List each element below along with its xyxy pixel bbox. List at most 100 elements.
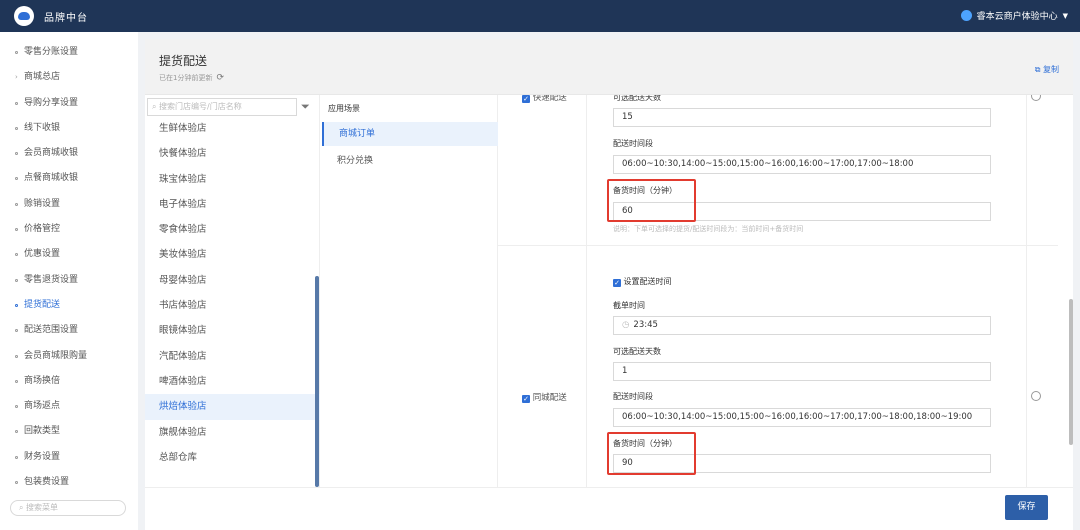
sidebar-item-label: 价格管控 xyxy=(24,224,61,235)
store-list: 生鲜体验店 快餐体验店 珠宝体验店 电子体验店 零食体验店 美妆体验店 母婴体验店 书店体验店… xyxy=(145,116,320,470)
store-item[interactable]: 生鲜体验店 xyxy=(145,116,320,141)
bullet-icon xyxy=(15,481,18,485)
store-item[interactable]: 零食体验店 xyxy=(145,217,320,242)
save-button[interactable]: 保存 xyxy=(1005,495,1048,520)
sidebar-item[interactable]: 配送范围设置 xyxy=(0,318,138,343)
slots-input[interactable]: 06:00~10:30,14:00~15:00,15:00~16:00,16:0… xyxy=(613,155,991,174)
cutoff-label: 截单时间 xyxy=(613,301,645,310)
sidebar-item[interactable]: 商场返点 xyxy=(0,394,138,419)
sidebar-item[interactable]: 优惠设置 xyxy=(0,242,138,267)
page-title: 提货配送 xyxy=(159,54,208,68)
store-item[interactable]: 母婴体验店 xyxy=(145,268,320,293)
days-input[interactable]: 15 xyxy=(613,108,991,127)
top-bar: 品牌中台 睿本云商户体验中心 ▼ xyxy=(0,0,1080,32)
bullet-icon xyxy=(15,126,18,130)
store-item[interactable]: 总部仓库 xyxy=(145,445,320,470)
menu-search-input[interactable]: ⌕ 搜索菜单 xyxy=(10,500,126,516)
days-input[interactable]: 1 xyxy=(613,362,991,381)
brand-logo-icon xyxy=(14,6,34,26)
checkbox-icon: ✓ xyxy=(522,95,530,103)
copy-button[interactable]: ⧉ 复制 xyxy=(1035,64,1059,75)
sidebar: 零售分账设置 › 商城总店导购分享设置 线下收银会员商城收银 点餐商城收银 赊销设置价格管… xyxy=(0,32,138,530)
store-item[interactable]: 旗舰体验店 xyxy=(145,420,320,445)
bullet-icon xyxy=(15,430,18,434)
store-search-input[interactable]: ⌕ 搜索门店编号/门店名称 xyxy=(147,98,297,116)
sidebar-item[interactable]: 包装费设置 xyxy=(0,470,138,495)
sidebar-item[interactable]: 会员商城收银 xyxy=(0,141,138,166)
store-item[interactable]: 美妆体验店 xyxy=(145,242,320,267)
footer-bar: 保存 xyxy=(145,487,1073,530)
user-name: 睿本云商户体验中心 xyxy=(976,12,1058,22)
panel-header: 提货配送 已在1分钟前更新 ⟳ ⧉ 复制 xyxy=(145,39,1073,95)
cutoff-time-input[interactable]: ◷ 23:45 xyxy=(613,316,991,335)
bullet-icon xyxy=(15,405,18,409)
store-item[interactable]: 眼镜体验店 xyxy=(145,318,320,343)
store-list-scrollbar[interactable] xyxy=(315,276,319,487)
sidebar-item[interactable]: 点餐商城收银 xyxy=(0,166,138,191)
days-label: 可选配送天数 xyxy=(613,347,661,356)
store-item[interactable]: 啤酒体验店 xyxy=(145,369,320,394)
chevron-down-icon: ▼ xyxy=(1062,11,1068,20)
delivery-settings-panel: 提货配送 已在1分钟前更新 ⟳ ⧉ 复制 ⌕ 搜索门店编号/门店名称 ⏷ 生鲜体验… xyxy=(145,39,1073,487)
sidebar-item-label: 商城总店 xyxy=(24,72,61,83)
sidebar-item-label: 优惠设置 xyxy=(24,249,61,260)
sidebar-item[interactable]: 导购分享设置 xyxy=(0,91,138,116)
checkbox-icon: ✓ xyxy=(522,395,530,403)
bullet-icon xyxy=(15,253,18,257)
sidebar-item[interactable]: 会员商城限购量 xyxy=(0,344,138,369)
sidebar-item-label: 导购分享设置 xyxy=(24,97,79,108)
sidebar-item[interactable]: 零售分账设置 xyxy=(0,40,138,65)
store-item[interactable]: 书店体验店 xyxy=(145,293,320,318)
store-item[interactable]: 汽配体验店 xyxy=(145,344,320,369)
section-local-delivery: ✓ 设置配送时间 截单时间 ◷ 23:45 可选配送天数 1 ✓ 同城配送 配送时… xyxy=(498,246,1058,487)
fast-delivery-checkbox[interactable]: ✓ 快速配送 xyxy=(522,95,567,103)
sidebar-item-label: 线下收银 xyxy=(24,122,61,133)
sidebar-item-label: 会员商城收银 xyxy=(24,148,79,159)
sidebar-item-label: 点餐商城收银 xyxy=(24,173,79,184)
bullet-icon xyxy=(15,202,18,206)
sidebar-item[interactable]: 回款类型 xyxy=(0,419,138,444)
slots-label: 配送时间段 xyxy=(613,392,653,401)
sidebar-item[interactable]: 提货配送 xyxy=(0,293,138,318)
sidebar-item[interactable]: › 商城总店 xyxy=(0,65,138,90)
scene-item-mall-order[interactable]: 商城订单 xyxy=(322,122,498,146)
sidebar-item[interactable]: 财务设置 xyxy=(0,445,138,470)
store-item[interactable]: 珠宝体验店 xyxy=(145,167,320,192)
highlight-box xyxy=(607,179,696,222)
highlight-box xyxy=(607,432,696,475)
scene-item-points-exchange[interactable]: 积分兑换 xyxy=(337,153,373,166)
bullet-icon xyxy=(15,354,18,358)
store-item[interactable]: 电子体验店 xyxy=(145,192,320,217)
bullet-icon xyxy=(15,278,18,282)
sidebar-item[interactable]: 零售退货设置 xyxy=(0,268,138,293)
refresh-icon[interactable]: ⟳ xyxy=(216,73,224,83)
sidebar-item-label: 包装费设置 xyxy=(24,477,70,488)
sidebar-item-label: 赊销设置 xyxy=(24,198,61,209)
set-delivery-time-checkbox[interactable]: ✓ 设置配送时间 xyxy=(613,276,672,287)
fast-delivery-radio[interactable] xyxy=(1031,95,1041,101)
bullet-icon xyxy=(15,455,18,459)
store-item[interactable]: 快餐体验店 xyxy=(145,141,320,166)
store-column: ⌕ 搜索门店编号/门店名称 ⏷ 生鲜体验店 快餐体验店 珠宝体验店 电子体验店 零食体验… xyxy=(145,95,320,487)
sidebar-item[interactable]: 商场换倍 xyxy=(0,369,138,394)
bullet-icon xyxy=(15,379,18,383)
sidebar-item[interactable]: 价格管控 xyxy=(0,217,138,242)
sidebar-item-label: 零售分账设置 xyxy=(24,47,79,57)
local-delivery-radio[interactable] xyxy=(1031,391,1041,401)
content-scrollbar[interactable] xyxy=(1069,299,1073,445)
filter-icon[interactable]: ⏷ xyxy=(301,100,310,114)
user-menu[interactable]: 睿本云商户体验中心 ▼ xyxy=(960,9,1068,22)
bullet-icon xyxy=(15,51,18,54)
local-delivery-checkbox[interactable]: ✓ 同城配送 xyxy=(522,391,567,403)
sidebar-item-label: 财务设置 xyxy=(24,451,61,462)
scene-column: 应用场景 商城订单 积分兑换 xyxy=(320,95,498,487)
store-item[interactable]: 烘焙体验店 xyxy=(145,394,320,420)
sidebar-item[interactable]: 线下收银 xyxy=(0,116,138,141)
account-icon xyxy=(960,10,972,21)
section-fast-delivery: ✓ 快速配送 可选配送天数 15 配送时间段 06:00~10:30,14:00… xyxy=(498,95,1058,246)
sidebar-item-label: 回款类型 xyxy=(24,426,61,437)
sidebar-item[interactable]: 赊销设置 xyxy=(0,192,138,217)
slots-input[interactable]: 06:00~10:30,14:00~15:00,15:00~16:00,16:0… xyxy=(613,408,991,427)
prep-hint: 说明：下单可选择的提货/配送时间段为：当前时间+备货时间 xyxy=(613,225,804,233)
checkbox-icon: ✓ xyxy=(613,279,621,287)
